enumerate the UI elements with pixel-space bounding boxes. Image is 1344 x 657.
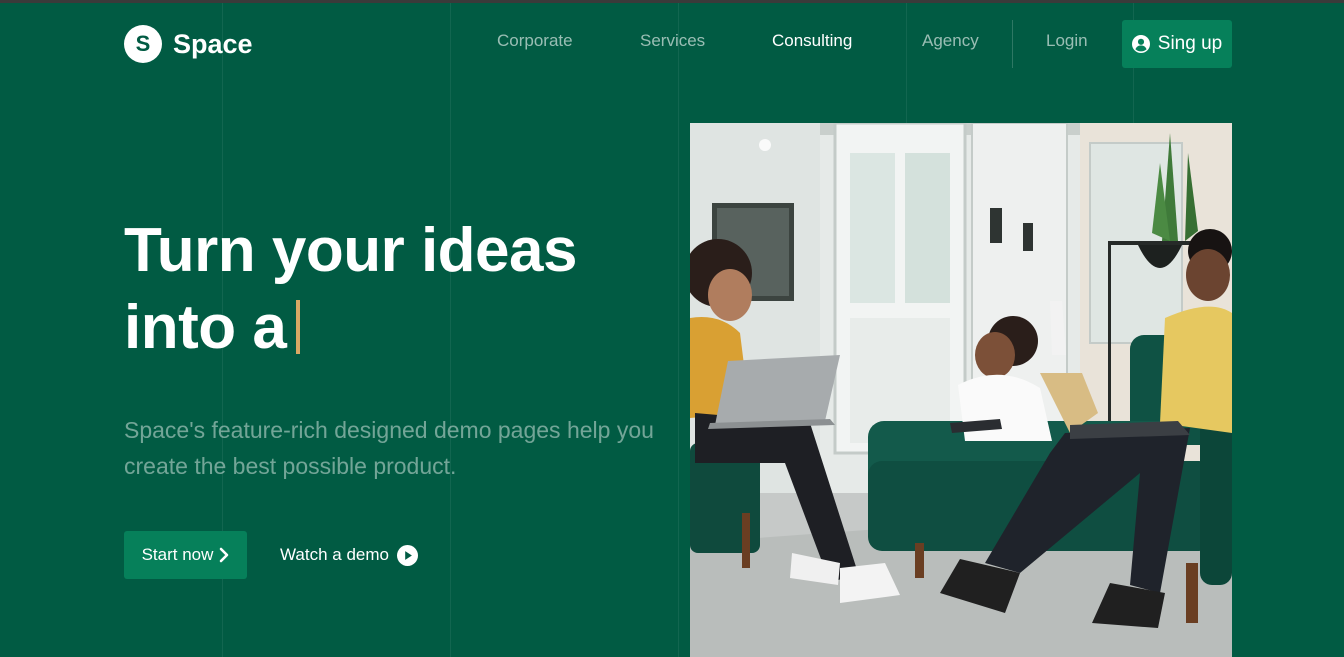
hero-title-line2: into a bbox=[124, 293, 287, 362]
play-circle-icon bbox=[396, 544, 418, 566]
nav-item-services[interactable]: Services bbox=[640, 31, 705, 51]
nav-item-corporate[interactable]: Corporate bbox=[497, 31, 573, 51]
office-team-illustration bbox=[690, 123, 1232, 657]
logo-mark: S bbox=[124, 25, 162, 63]
start-now-button[interactable]: Start now bbox=[124, 531, 247, 579]
watch-demo-link[interactable]: Watch a demo bbox=[280, 531, 418, 579]
hero-title-line1: Turn your ideas bbox=[124, 216, 578, 285]
user-circle-icon bbox=[1131, 35, 1150, 53]
login-link[interactable]: Login bbox=[1046, 31, 1088, 51]
nav-item-consulting[interactable]: Consulting bbox=[772, 31, 852, 51]
hero-photo bbox=[690, 123, 1232, 657]
grid-line bbox=[678, 3, 679, 657]
watch-demo-label: Watch a demo bbox=[280, 545, 389, 564]
chevron-right-icon bbox=[220, 547, 229, 563]
start-now-label: Start now bbox=[141, 545, 214, 564]
nav-divider bbox=[1012, 20, 1013, 68]
typing-cursor bbox=[296, 300, 301, 354]
hero-description: Space's feature-rich designed demo pages… bbox=[124, 417, 654, 479]
window-top-strip bbox=[0, 0, 1344, 3]
signup-label: Sing up bbox=[1157, 33, 1223, 54]
brand-name: Space bbox=[173, 28, 253, 59]
hero-title: Turn your ideas into a bbox=[124, 212, 664, 366]
nav-item-agency[interactable]: Agency bbox=[922, 31, 979, 51]
brand-logo[interactable]: S Space bbox=[124, 25, 253, 63]
signup-button[interactable]: Sing up bbox=[1122, 20, 1232, 68]
